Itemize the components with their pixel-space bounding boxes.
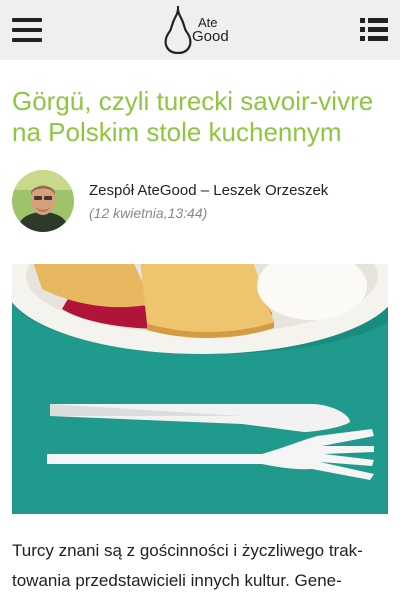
- ategood-logo[interactable]: Ate Good: [163, 6, 243, 55]
- author-avatar[interactable]: [12, 170, 74, 232]
- body-line-2: towania przedstawicieli innych kultur. G…: [12, 571, 342, 590]
- article-body-text: Turcy znani są z gościnności i życzliweg…: [12, 536, 388, 596]
- logo-wordmark: Ate Good: [192, 16, 229, 45]
- article-hero-image: [12, 264, 388, 514]
- article-date: (12 kwietnia,13:44): [89, 205, 208, 221]
- hamburger-menu-icon[interactable]: [12, 18, 42, 44]
- hero-photo: [12, 264, 388, 514]
- top-navigation-bar: Ate Good: [0, 0, 400, 60]
- author-photo: [12, 170, 74, 232]
- article-author[interactable]: Zespół AteGood – Leszek Orzeszek: [89, 182, 328, 199]
- body-line-1: Turcy znani są z gościnności i życzliweg…: [12, 541, 363, 560]
- pear-logo-icon: [164, 6, 192, 55]
- list-view-icon[interactable]: [360, 18, 388, 42]
- article-title: Görgü, czyli turecki savoir-vivre na Pol…: [12, 86, 374, 147]
- logo-line2: Good: [192, 28, 229, 45]
